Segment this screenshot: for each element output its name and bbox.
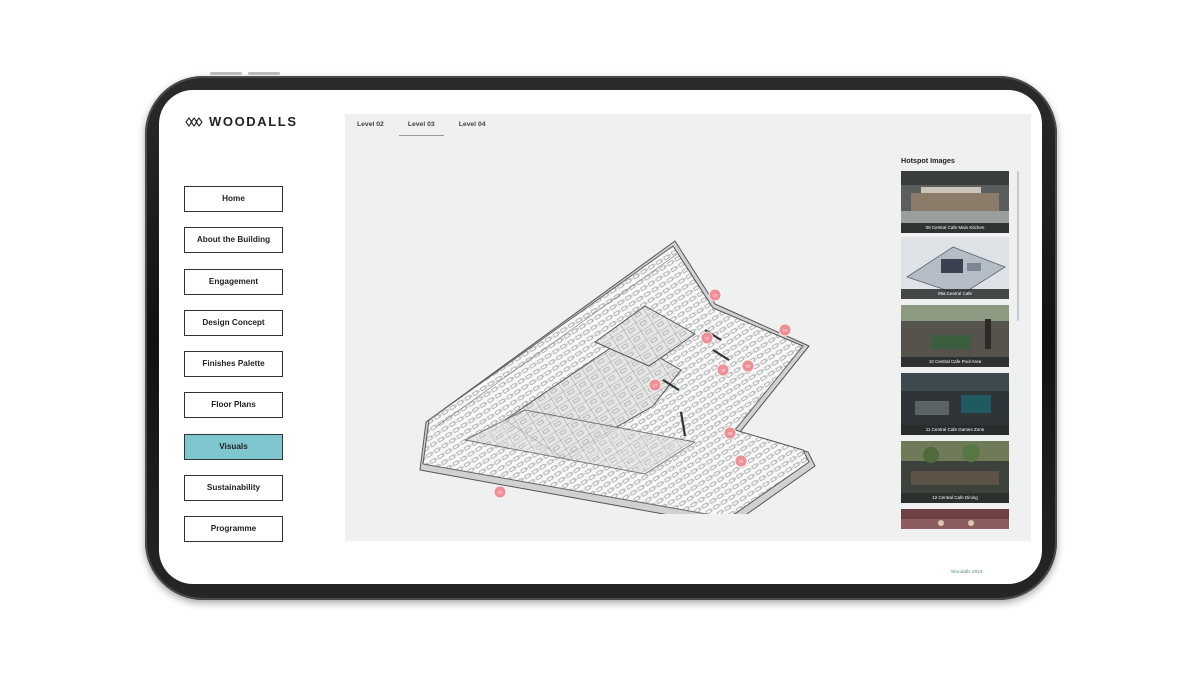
nav-item-visuals[interactable]: Visuals bbox=[184, 433, 283, 460]
lounge-photo bbox=[901, 509, 1009, 529]
svg-text:13: 13 bbox=[713, 293, 718, 298]
nav-item-programme[interactable]: Programme bbox=[184, 516, 283, 543]
hotspot-marker-16[interactable]: 16 bbox=[716, 363, 730, 377]
hotspot-image-games-zone[interactable]: 11 Central Cafe Games Zone bbox=[901, 373, 1009, 435]
hotspot-marker-13[interactable]: 13 bbox=[708, 288, 722, 302]
hotspot-image-partial[interactable] bbox=[901, 509, 1009, 529]
brand-name: WOODALLS bbox=[209, 114, 298, 129]
isometric-floor-plan[interactable]: 13 14 15 16 17 18 19 20 21 bbox=[345, 174, 885, 514]
nav-item-about-the-building[interactable]: About the Building bbox=[184, 227, 283, 254]
tablet-screen: WOODALLS Home About the Building Engagem… bbox=[159, 90, 1042, 584]
hotspot-caption: 09 Central Cafe Main Kitchen bbox=[901, 223, 1009, 233]
hotspot-scrollbar[interactable] bbox=[1017, 171, 1019, 321]
hotspot-marker-14[interactable]: 14 bbox=[778, 323, 792, 337]
tablet-power-button bbox=[248, 72, 280, 75]
visuals-panel: Level 02 Level 03 Level 04 13 14 15 16 1… bbox=[345, 114, 1031, 541]
hotspot-marker-15[interactable]: 15 bbox=[700, 331, 714, 345]
hotspot-image-pool-area[interactable]: 10 Central Cafe Pool Area bbox=[901, 305, 1009, 367]
hotspot-marker-20[interactable]: 20 bbox=[741, 359, 755, 373]
tablet-volume-button bbox=[210, 72, 242, 75]
nav-item-home[interactable]: Home bbox=[184, 186, 283, 212]
tab-level-02[interactable]: Level 02 bbox=[345, 114, 396, 136]
level-tabs: Level 02 Level 03 Level 04 bbox=[345, 114, 498, 136]
svg-text:21: 21 bbox=[498, 490, 503, 495]
hotspot-images-title: Hotspot Images bbox=[901, 156, 955, 165]
main-nav: Home About the Building Engagement Desig… bbox=[184, 186, 285, 558]
nav-item-sustainability[interactable]: Sustainability bbox=[184, 475, 283, 502]
hotspot-image-dining[interactable]: 12 Central Cafe Dining bbox=[901, 441, 1009, 503]
nav-item-design-concept[interactable]: Design Concept bbox=[184, 309, 283, 336]
hotspot-image-main-kitchen[interactable]: 09 Central Cafe Main Kitchen bbox=[901, 171, 1009, 233]
tab-level-03[interactable]: Level 03 bbox=[396, 114, 447, 136]
svg-text:16: 16 bbox=[721, 368, 726, 373]
tab-level-04[interactable]: Level 04 bbox=[447, 114, 498, 136]
hotspot-caption: 11 Central Cafe Games Zone bbox=[901, 425, 1009, 435]
svg-text:14: 14 bbox=[783, 328, 788, 333]
hotspot-marker-21[interactable]: 21 bbox=[493, 485, 507, 499]
interlocking-diamonds-icon bbox=[185, 116, 203, 127]
hotspot-marker-17[interactable]: 17 bbox=[648, 378, 662, 392]
nav-item-engagement[interactable]: Engagement bbox=[184, 268, 283, 295]
nav-item-floor-plans[interactable]: Floor Plans bbox=[184, 392, 283, 419]
hotspot-image-list[interactable]: 09 Central Cafe Main Kitchen 09a Central… bbox=[901, 171, 1013, 529]
hotspot-caption: 09a Central Cafe bbox=[901, 289, 1009, 299]
svg-text:15: 15 bbox=[705, 336, 710, 341]
hotspot-marker-18[interactable]: 18 bbox=[723, 426, 737, 440]
svg-text:20: 20 bbox=[746, 364, 751, 369]
hotspot-image-central-cafe[interactable]: 09a Central Cafe bbox=[901, 237, 1009, 299]
svg-text:18: 18 bbox=[728, 431, 733, 436]
nav-item-finishes-palette[interactable]: Finishes Palette bbox=[184, 351, 283, 378]
hotspot-caption: 10 Central Cafe Pool Area bbox=[901, 357, 1009, 367]
svg-text:19: 19 bbox=[739, 459, 744, 464]
svg-text:17: 17 bbox=[653, 383, 658, 388]
hotspot-caption: 12 Central Cafe Dining bbox=[901, 493, 1009, 503]
brand-logo[interactable]: WOODALLS bbox=[185, 114, 298, 129]
hotspot-marker-19[interactable]: 19 bbox=[734, 454, 748, 468]
footer-copyright: Woodalls 2024 bbox=[951, 570, 983, 575]
